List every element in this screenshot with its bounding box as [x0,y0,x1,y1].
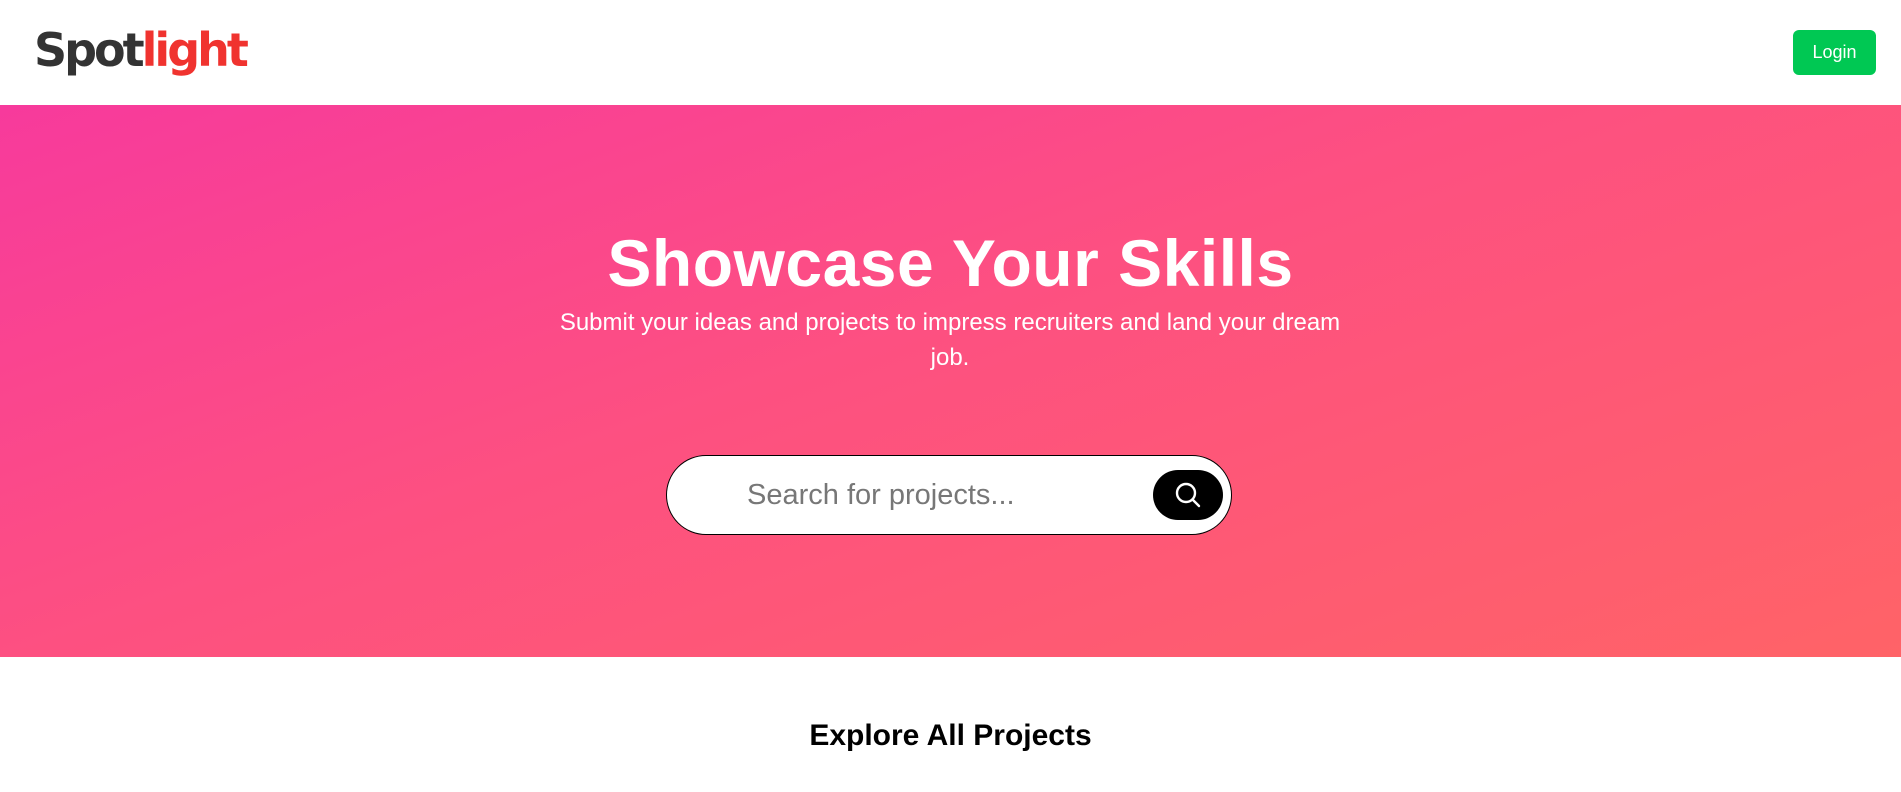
page: Spotlight Login Showcase Your Skills Sub… [0,0,1901,792]
hero-banner: Showcase Your Skills Submit your ideas a… [0,105,1901,657]
logo-text-light: light [141,23,249,77]
search-icon [1175,482,1201,508]
hero-subtitle: Submit your ideas and projects to impres… [559,309,1341,371]
explore-section-title: Explore All Projects [809,719,1092,752]
hero-title: Showcase Your Skills [607,226,1294,300]
logo-text-spot: Spot [34,23,145,77]
search-button[interactable] [1153,470,1223,520]
top-navbar: Spotlight Login [0,0,1901,105]
login-button[interactable]: Login [1793,30,1876,75]
search-input[interactable] [747,470,1147,520]
spotlight-logo[interactable]: Spotlight [34,18,249,82]
search-bar [666,455,1232,535]
